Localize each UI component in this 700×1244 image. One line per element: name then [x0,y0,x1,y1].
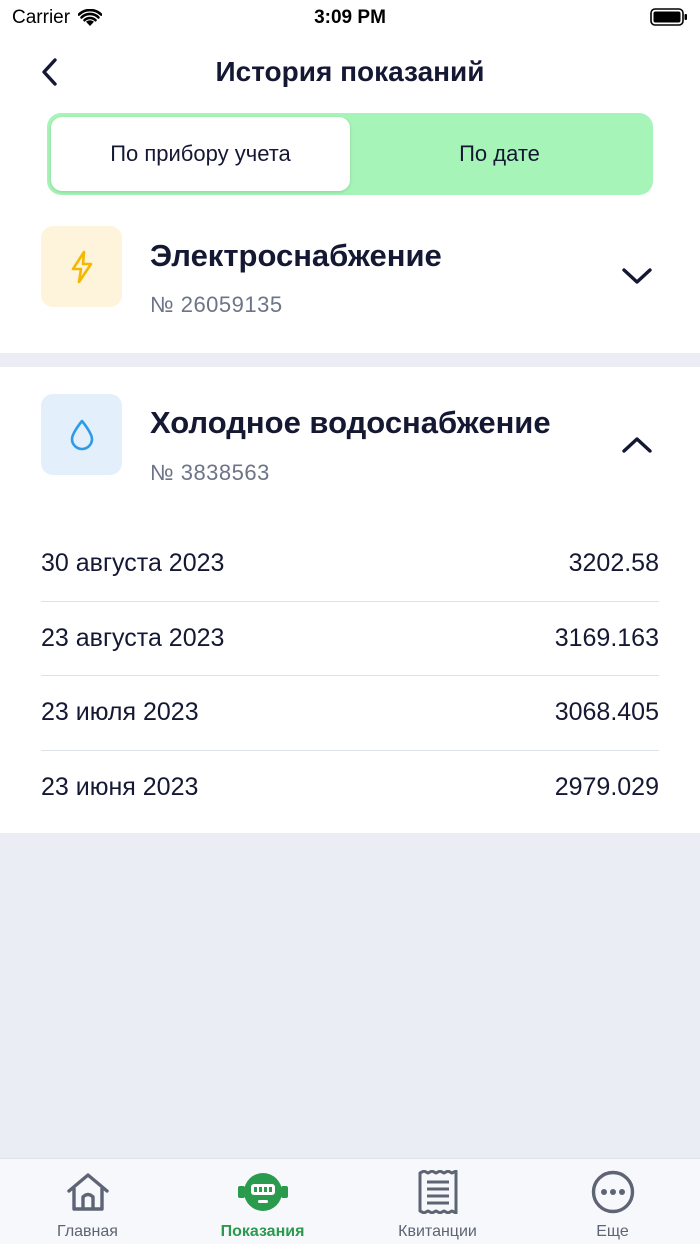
receipt-icon [418,1170,457,1214]
chevron-down-icon [622,268,652,284]
meter-card-electricity[interactable]: Электроснабжение № 26059135 [0,206,700,353]
tab-label: Еще [596,1223,629,1240]
meter-title: Холодное водоснабжение [150,405,551,440]
reading-date: 23 июня 2023 [41,773,199,802]
meter-title: Электроснабжение [150,238,442,273]
meter-icon-box [41,226,122,307]
reading-date: 30 августа 2023 [41,549,225,578]
reading-value: 2979.029 [554,773,659,802]
tab-home[interactable]: Главная [0,1159,175,1244]
segment-by-meter[interactable]: По прибору учета [51,117,350,191]
lightning-icon [71,250,92,283]
status-bar: Carrier 3:09 PM [0,0,700,36]
tab-more[interactable]: Еще [525,1159,700,1244]
header: История показаний [0,36,700,108]
page-title: История показаний [215,56,485,87]
collapse-button[interactable] [615,423,659,467]
tab-label: Квитанции [398,1223,477,1240]
reading-list: 30 августа 2023 3202.58 23 августа 2023 … [41,527,659,825]
segment-wrapper: По прибору учета По дате [0,108,700,206]
more-icon [591,1170,634,1214]
meter-icon [237,1173,288,1211]
reading-row: 23 июня 2023 2979.029 [41,751,659,826]
status-time: 3:09 PM [314,7,386,28]
reading-value: 3169.163 [554,623,659,652]
reading-value: 3202.58 [568,549,659,578]
reading-row: 30 августа 2023 3202.58 [41,527,659,602]
meter-card-cold-water: Холодное водоснабжение № 3838563 30 авгу… [0,367,700,833]
view-mode-segment: По прибору учета По дате [47,113,653,195]
reading-value: 3068.405 [554,698,659,727]
reading-date: 23 июля 2023 [41,698,199,727]
home-icon [66,1173,109,1211]
meter-number: № 26059135 [150,292,283,317]
tab-bar: Главная Показания Квитанции Еще [0,1158,700,1244]
tab-readings[interactable]: Показания [175,1159,350,1244]
meter-number: № 3838563 [150,460,270,485]
reading-row: 23 июля 2023 3068.405 [41,676,659,751]
tab-receipts[interactable]: Квитанции [350,1159,525,1244]
reading-date: 23 августа 2023 [41,623,225,652]
segment-by-date[interactable]: По дате [350,117,649,191]
meter-icon-box [41,394,122,475]
expand-button[interactable] [615,254,659,298]
tab-label: Главная [57,1223,118,1240]
tab-label: Показания [220,1223,305,1240]
reading-row: 23 августа 2023 3169.163 [41,602,659,676]
water-drop-icon [70,419,93,450]
back-button[interactable] [28,50,72,94]
chevron-left-icon [42,58,57,86]
chevron-up-icon [622,437,652,453]
battery-icon [650,8,688,32]
